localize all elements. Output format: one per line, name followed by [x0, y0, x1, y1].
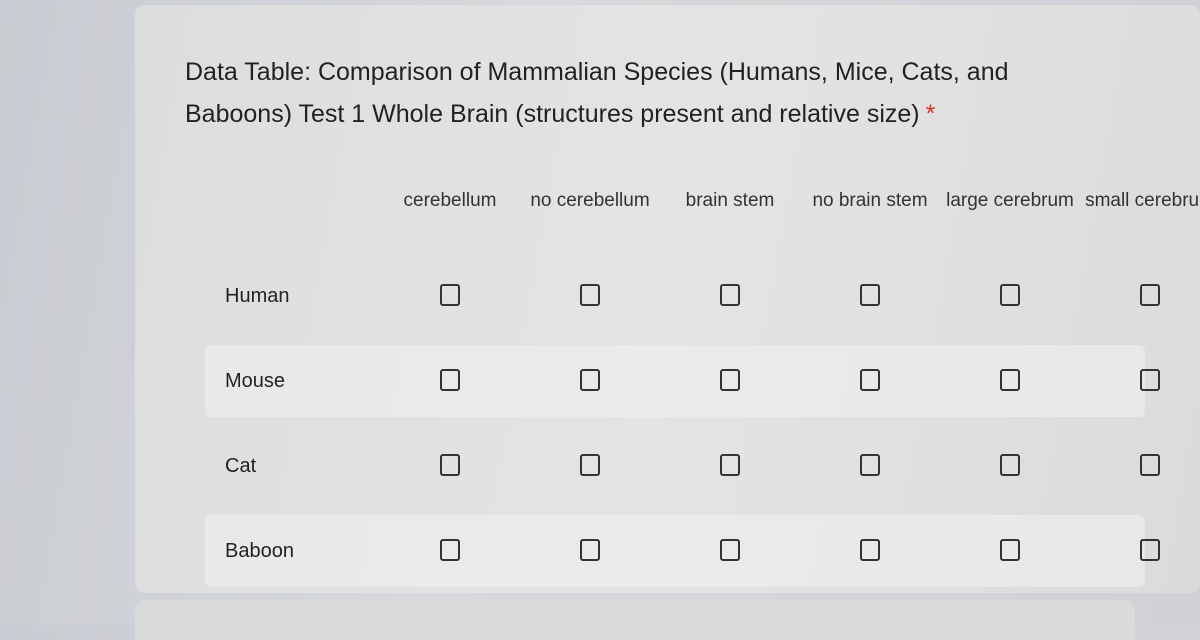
row-label: Mouse: [225, 370, 286, 392]
row-label: Cat: [225, 455, 257, 477]
checkbox-human-cerebellum[interactable]: [440, 284, 460, 306]
required-asterisk: *: [925, 100, 936, 128]
checkbox-human-large-cerebrum[interactable]: [1000, 284, 1020, 306]
checkbox-baboon-small-cerebrum[interactable]: [1140, 539, 1160, 561]
column-header: cerebellum: [403, 190, 497, 211]
checkbox-cat-large-cerebrum[interactable]: [1000, 454, 1020, 476]
checkbox-human-no-cerebellum[interactable]: [580, 284, 600, 306]
checkbox-cat-brain-stem[interactable]: [720, 454, 740, 476]
checkbox-baboon-no-cerebellum[interactable]: [580, 539, 600, 561]
column-header: brain stem: [685, 190, 775, 211]
checkbox-cat-cerebellum[interactable]: [440, 454, 460, 476]
column-header: no brain stem: [812, 190, 928, 211]
question-card: Data Table: Comparison of Mammalian Spec…: [135, 5, 1200, 593]
checkbox-human-no-brain-stem[interactable]: [860, 284, 880, 306]
checkbox-cat-no-cerebellum[interactable]: [580, 454, 600, 476]
checkbox-human-small-cerebrum[interactable]: [1140, 284, 1160, 306]
checkbox-baboon-brain-stem[interactable]: [720, 539, 740, 561]
question-title-text: Data Table: Comparison of Mammalian Spec…: [185, 58, 1009, 128]
checkbox-mouse-no-cerebellum[interactable]: [580, 369, 600, 391]
next-question-card: [135, 600, 1135, 640]
checkbox-mouse-cerebellum[interactable]: [440, 369, 460, 391]
checkbox-mouse-small-cerebrum[interactable]: [1140, 369, 1160, 391]
question-title: Data Table: Comparison of Mammalian Spec…: [185, 51, 1105, 135]
grid-row-mouse: Mouse: [205, 345, 1160, 417]
checkbox-mouse-no-brain-stem[interactable]: [860, 369, 880, 391]
checkbox-baboon-cerebellum[interactable]: [440, 539, 460, 561]
checkbox-baboon-large-cerebrum[interactable]: [1000, 539, 1020, 561]
checkbox-baboon-no-brain-stem[interactable]: [860, 539, 880, 561]
checkbox-mouse-large-cerebrum[interactable]: [1000, 369, 1020, 391]
row-label: Human: [225, 285, 290, 307]
grid-row-cat: Cat: [205, 430, 1160, 502]
grid-row-human: Human: [205, 260, 1160, 332]
checkbox-mouse-brain-stem[interactable]: [720, 369, 740, 391]
column-header: no cerebellum: [530, 190, 650, 211]
checkbox-cat-no-brain-stem[interactable]: [860, 454, 880, 476]
grid-row-baboon: Baboon: [205, 515, 1160, 587]
column-header: large cerebrum: [946, 190, 1074, 211]
column-header: small cerebrum: [1085, 190, 1200, 211]
checkbox-human-brain-stem[interactable]: [720, 284, 740, 306]
row-label: Baboon: [225, 540, 294, 562]
checkbox-cat-small-cerebrum[interactable]: [1140, 454, 1160, 476]
